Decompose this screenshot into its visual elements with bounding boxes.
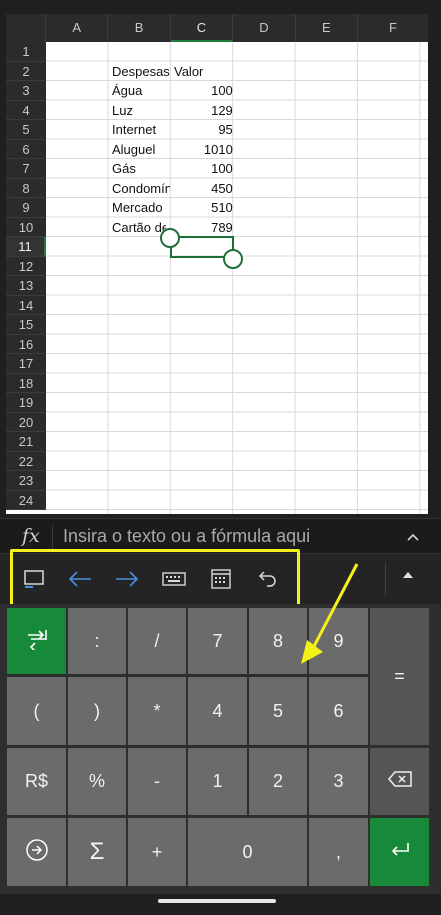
chevron-up-icon[interactable] (407, 528, 419, 544)
digit-3-key[interactable]: 3 (309, 748, 368, 815)
cell-c3[interactable]: 100 (171, 81, 233, 101)
cell-c9[interactable]: 510 (171, 198, 233, 218)
colon-key[interactable]: : (68, 608, 126, 674)
percent-key[interactable]: % (68, 748, 126, 815)
circle-arrow-icon (25, 838, 49, 867)
row-header[interactable]: 22 (6, 451, 46, 471)
cell-c8[interactable]: 450 (171, 179, 233, 199)
backspace-icon (387, 770, 413, 793)
row-header[interactable]: 14 (6, 295, 46, 315)
row-header[interactable]: 4 (6, 100, 46, 120)
column-header-e[interactable]: E (296, 14, 358, 42)
selection-handle-end[interactable] (223, 249, 243, 269)
column-header-b[interactable]: B (108, 14, 171, 42)
selection-handle-start[interactable] (160, 228, 180, 248)
row-header[interactable]: 24 (6, 490, 46, 510)
row-header[interactable]: 1 (6, 42, 46, 62)
row-header[interactable]: 2 (6, 61, 46, 81)
home-indicator (158, 899, 276, 903)
row-header[interactable]: 13 (6, 276, 46, 296)
cell-b4[interactable]: Luz (112, 101, 172, 121)
digit-6-key[interactable]: 6 (309, 677, 368, 745)
row-header[interactable]: 17 (6, 354, 46, 374)
row-header[interactable]: 16 (6, 334, 46, 354)
row-header[interactable]: 6 (6, 139, 46, 159)
circle-arrow-key[interactable] (7, 818, 66, 886)
enter-key[interactable] (370, 818, 429, 886)
cell-b5[interactable]: Internet (112, 120, 172, 140)
formula-input[interactable]: Insira o texto ou a fórmula aqui (63, 526, 310, 547)
autosum-key[interactable]: Σ (68, 818, 126, 886)
cell-c5[interactable]: 95 (171, 120, 232, 140)
digit-4-key[interactable]: 4 (188, 677, 247, 745)
currency-key[interactable]: R$ (7, 748, 66, 815)
enter-icon (389, 841, 411, 864)
cell-grid[interactable]: Despesas Valor Água 100 Luz 129 Internet… (46, 42, 428, 514)
row-header[interactable]: 23 (6, 471, 46, 491)
row-header[interactable]: 5 (6, 120, 46, 140)
multiply-key[interactable]: * (128, 677, 186, 745)
minus-key[interactable]: - (128, 748, 186, 815)
cell-c10[interactable]: 789 (171, 218, 233, 238)
cell-c4[interactable]: 129 (171, 101, 233, 121)
digit-2-key[interactable]: 2 (249, 748, 307, 815)
plus-key[interactable]: + (128, 818, 186, 886)
row-header[interactable]: 7 (6, 159, 46, 179)
spreadsheet-grid[interactable]: A B C D E F 1 2 3 4 5 6 7 8 9 10 11 12 1… (6, 14, 428, 514)
row-header[interactable]: 12 (6, 256, 46, 276)
row-header[interactable]: 9 (6, 198, 46, 218)
formula-divider (52, 525, 53, 549)
column-header-c[interactable]: C (170, 14, 234, 42)
annotation-arrow-icon (301, 563, 359, 664)
tab-key-icon (25, 628, 49, 655)
cell-b10[interactable]: Cartão de (112, 218, 166, 238)
cell-b2[interactable]: Despesas (112, 62, 172, 82)
cell-b3[interactable]: Água (112, 81, 172, 101)
app-window: A B C D E F 1 2 3 4 5 6 7 8 9 10 11 12 1… (0, 0, 441, 915)
row-header[interactable]: 21 (6, 432, 46, 452)
cell-b9[interactable]: Mercado (112, 198, 172, 218)
row-header[interactable]: 19 (6, 393, 46, 413)
cell-b8[interactable]: Condomín (112, 179, 170, 199)
digit-7-key[interactable]: 7 (188, 608, 247, 674)
cell-c6[interactable]: 1010 (171, 140, 233, 160)
row-header[interactable]: 8 (6, 178, 46, 198)
cell-b7[interactable]: Gás (112, 159, 172, 179)
backspace-key[interactable] (370, 748, 429, 815)
tab-key[interactable] (7, 608, 66, 674)
slash-key[interactable]: / (128, 608, 186, 674)
open-paren-key[interactable]: ( (7, 677, 66, 745)
function-icon[interactable]: fx (22, 525, 40, 547)
comma-key[interactable]: , (309, 818, 368, 886)
row-header[interactable]: 20 (6, 412, 46, 432)
cell-b6[interactable]: Aluguel (112, 140, 172, 160)
column-header-a[interactable]: A (46, 14, 109, 42)
cell-c2[interactable]: Valor (174, 62, 234, 82)
equals-key[interactable]: = (370, 608, 429, 745)
row-header[interactable]: 18 (6, 373, 46, 393)
select-all-corner[interactable] (6, 14, 46, 42)
close-paren-key[interactable]: ) (68, 677, 126, 745)
row-header[interactable]: 10 (6, 217, 46, 237)
column-header-bar: A B C D E F (6, 14, 428, 42)
collapse-triangle-icon[interactable] (402, 570, 414, 582)
digit-5-key[interactable]: 5 (249, 677, 307, 745)
toolbar-highlight-annotation (10, 549, 300, 611)
digit-1-key[interactable]: 1 (188, 748, 247, 815)
column-header-f[interactable]: F (358, 14, 428, 42)
row-header[interactable]: 3 (6, 81, 46, 101)
column-header-d[interactable]: D (233, 14, 296, 42)
digit-0-key[interactable]: 0 (188, 818, 307, 886)
row-header-selected[interactable]: 11 (6, 237, 46, 257)
cell-c7[interactable]: 100 (171, 159, 233, 179)
toolbar-divider (385, 563, 386, 595)
row-header[interactable]: 15 (6, 315, 46, 335)
